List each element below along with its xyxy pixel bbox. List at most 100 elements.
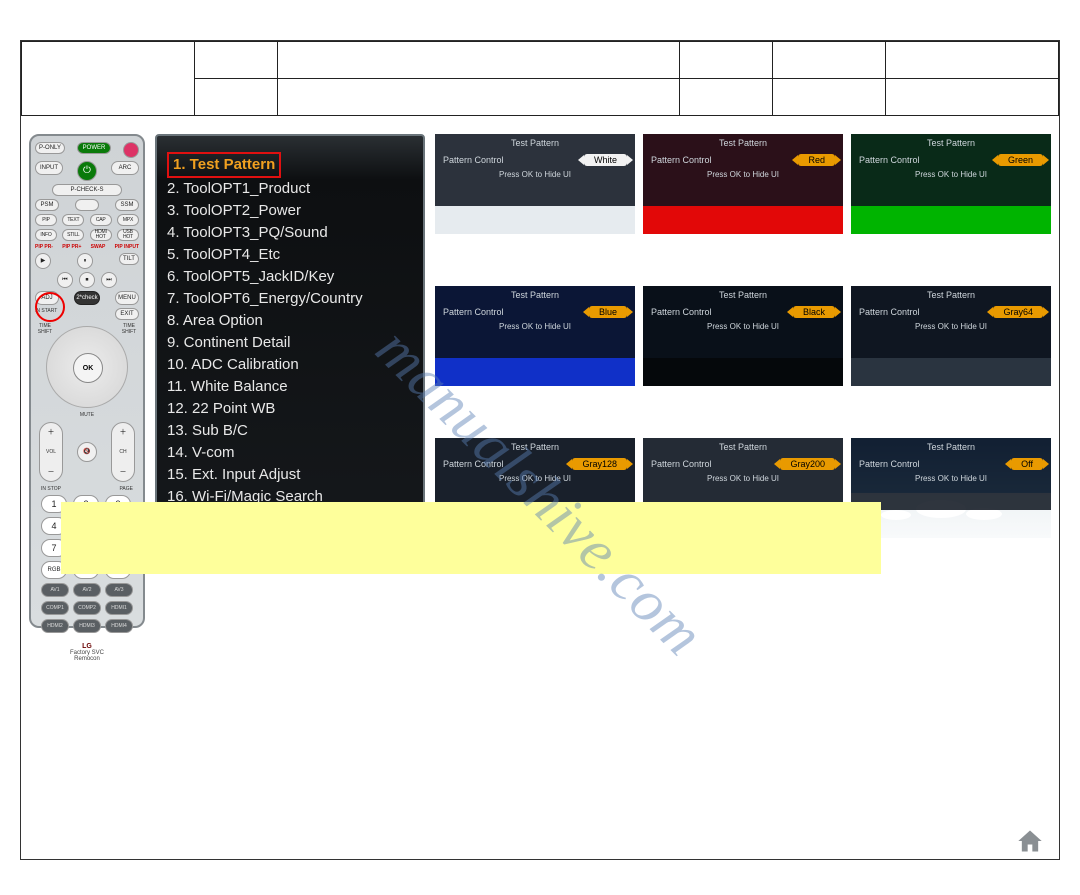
still-button[interactable]: STILL [62,229,84,241]
next-button[interactable]: ⏭ [101,272,117,288]
pattern-thumb-white: Test PatternPattern ControlWhitePress OK… [435,134,635,234]
comp2-button[interactable]: COMP2 [73,601,101,615]
pattern-thumb-off: Test Pattern Pattern Control Off Press OK t… [851,438,1051,538]
pattern-control-label: Pattern Control [859,459,920,469]
hdmi2-button[interactable]: HDMI2 [41,619,69,633]
pattern-title: Test Pattern [511,138,559,148]
adj-button[interactable]: ADJ [35,291,59,305]
usb-hot-button[interactable]: USB HOT [117,229,139,241]
ok-button[interactable]: OK [73,353,103,383]
menu-item-6[interactable]: 6. ToolOPT5_JackID/Key [167,266,413,288]
menu-item-12[interactable]: 12. 22 Point WB [167,398,413,420]
av1-button[interactable]: AV1 [41,583,69,597]
psm-button[interactable]: PSM [35,199,59,211]
pattern-title: Test Pattern [927,442,975,452]
menu-item-2[interactable]: 2. ToolOPT1_Product [167,178,413,200]
time-shift-right-label: TIME SHIFT [119,323,139,335]
pattern-control-value[interactable]: Green [998,154,1043,166]
pattern-control-label: Pattern Control [859,155,920,165]
ssm-button[interactable]: SSM [115,199,139,211]
power-label: POWER [77,142,111,154]
pattern-control-value[interactable]: Red [798,154,835,166]
pip-button[interactable]: PIP [35,214,57,226]
pattern-control-value[interactable]: Blue [589,306,627,318]
stop-button[interactable]: ⏹ [79,272,95,288]
tilt-button[interactable]: TILT [119,253,139,265]
info-button[interactable]: INFO [35,229,57,241]
pause-button[interactable]: ⏸ [77,253,93,269]
pattern-control-label: Pattern Control [651,307,712,317]
eye-button[interactable] [123,142,139,158]
blank-button[interactable] [75,199,99,211]
menu-item-8[interactable]: 8. Area Option [167,310,413,332]
play-button[interactable]: ▶ [35,253,51,269]
pattern-hint: Press OK to Hide UI [915,474,987,483]
pattern-control-label: Pattern Control [651,155,712,165]
av2-button[interactable]: AV2 [73,583,101,597]
dpad[interactable]: OK [46,326,128,408]
pattern-title: Test Pattern [719,138,767,148]
menu-item-14[interactable]: 14. V-com [167,442,413,464]
comp1-button[interactable]: COMP1 [41,601,69,615]
menu-button[interactable]: MENU [115,291,139,305]
pattern-control-value[interactable]: White [584,154,627,166]
pattern-thumb-blue: Test Pattern Pattern Control Blue Press OK … [435,286,635,386]
menu-item-15[interactable]: 15. Ext. Input Adjust [167,464,413,486]
page-frame: P-ONLY POWER INPUT ⏻ ARC P-CHECK-S PSM S… [20,40,1060,860]
pattern-title: Test Pattern [511,442,559,452]
pip-pr-minus-label: PIP PR- [35,244,53,250]
pattern-hint: Press OK to Hide UI [499,474,571,483]
note-box [61,502,881,574]
exit-button[interactable]: EXIT [115,308,139,320]
pattern-hint: Press OK to Hide UI [499,322,571,331]
menu-item-10[interactable]: 10. ADC Calibration [167,354,413,376]
cap-button[interactable]: CAP [90,214,112,226]
pattern-control-value[interactable]: Gray200 [780,458,835,470]
pattern-control-label: Pattern Control [443,307,504,317]
menu-item-4[interactable]: 4. ToolOPT3_PQ/Sound [167,222,413,244]
p-check-s-button[interactable]: P-CHECK-S [52,184,122,196]
pattern-title: Test Pattern [511,290,559,300]
pattern-hint: Press OK to Hide UI [915,170,987,179]
mute-button[interactable]: 🔇 [77,442,97,462]
power-button[interactable]: ⏻ [77,161,97,181]
brand-logo: LG [35,643,139,650]
menu-item-7[interactable]: 7. ToolOPT6_Energy/Country [167,288,413,310]
mpx-button[interactable]: MPX [117,214,139,226]
menu-item-11[interactable]: 11. White Balance [167,376,413,398]
volume-rocker[interactable]: ＋VOL－ [39,422,63,482]
text-button[interactable]: TEXT [62,214,84,226]
channel-rocker[interactable]: ＋CH－ [111,422,135,482]
check2-button[interactable]: 2*check [74,291,100,305]
in-start-label: IN START [35,308,57,320]
menu-item-1[interactable]: 1. Test Pattern [167,152,281,178]
pattern-control-value[interactable]: Gray64 [993,306,1043,318]
hdmi4-button[interactable]: HDMI4 [105,619,133,633]
pattern-thumb-red: Test Pattern Pattern Control Red Press OK t… [643,134,843,234]
pattern-control-value[interactable]: Gray128 [572,458,627,470]
hdmi-hot-button[interactable]: HDMI HOT [90,229,112,241]
pattern-control-label: Pattern Control [651,459,712,469]
menu-item-3[interactable]: 3. ToolOPT2_Power [167,200,413,222]
p-only-button[interactable]: P-ONLY [35,142,65,154]
header-table [21,41,1059,116]
pattern-control-label: Pattern Control [443,155,504,165]
hdmi3-button[interactable]: HDMI3 [73,619,101,633]
home-icon[interactable] [1016,827,1044,855]
menu-item-13[interactable]: 13. Sub B/C [167,420,413,442]
pattern-title: Test Pattern [719,290,767,300]
pattern-thumb-green: Test PatternPattern ControlGreenPress OK… [851,134,1051,234]
pattern-control-value[interactable]: Black [793,306,835,318]
pattern-title: Test Pattern [719,442,767,452]
input-button[interactable]: INPUT [35,161,63,175]
pattern-control-value[interactable]: Off [1011,458,1043,470]
pattern-hint: Press OK to Hide UI [707,170,779,179]
prev-button[interactable]: ⏮ [57,272,73,288]
swap-label: SWAP [91,244,106,250]
menu-item-5[interactable]: 5. ToolOPT4_Etc [167,244,413,266]
pattern-control-label: Pattern Control [859,307,920,317]
av3-button[interactable]: AV3 [105,583,133,597]
menu-item-9[interactable]: 9. Continent Detail [167,332,413,354]
hdmi1-button[interactable]: HDMI1 [105,601,133,615]
arc-button[interactable]: ARC [111,161,139,175]
